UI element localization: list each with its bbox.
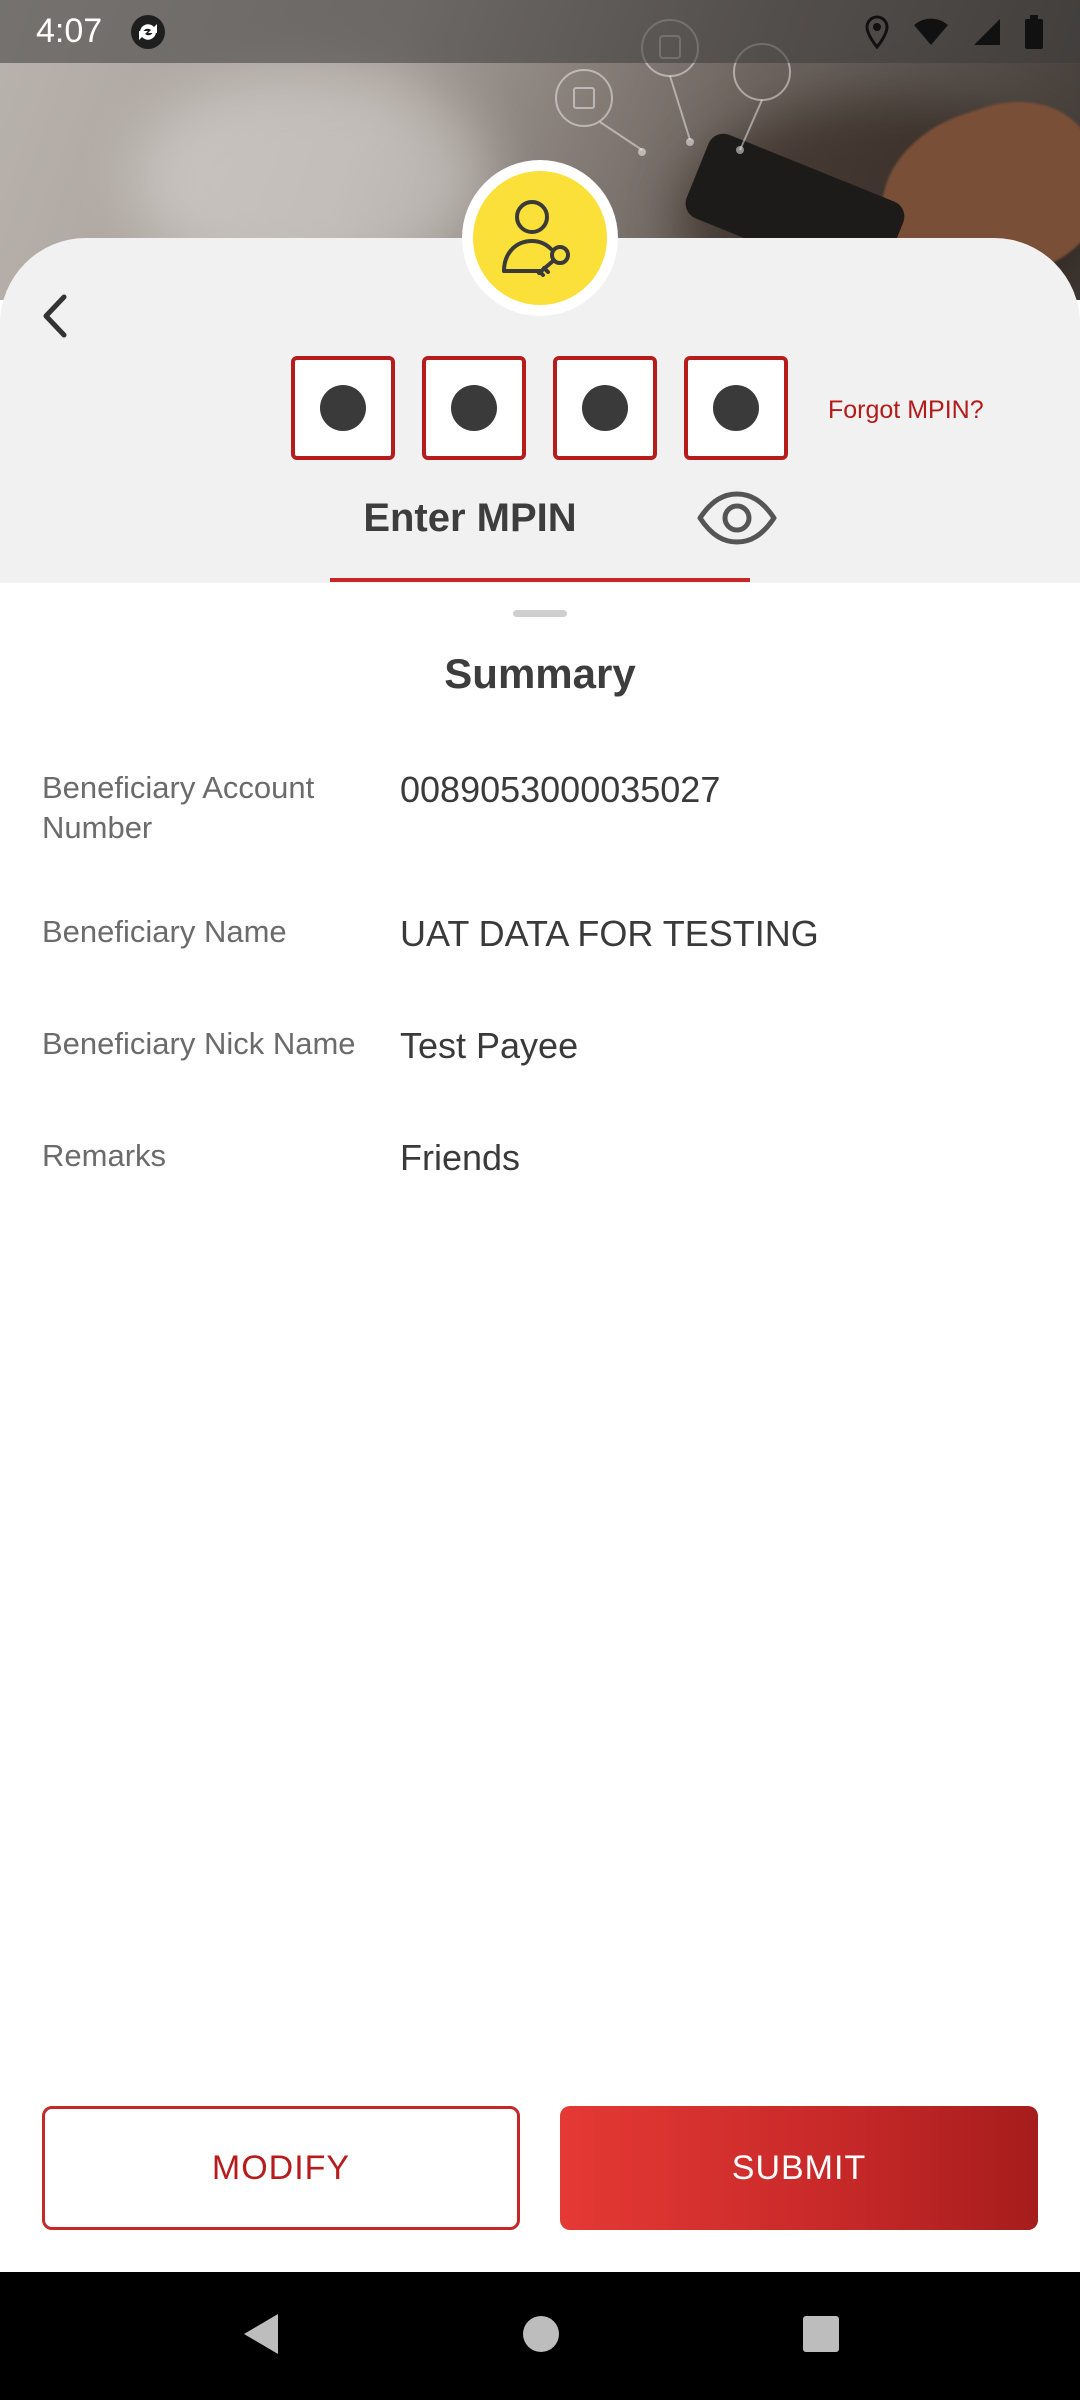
- mpin-input[interactable]: [291, 356, 788, 460]
- mpin-digit-4[interactable]: [684, 356, 788, 460]
- summary-label: Beneficiary Name: [42, 914, 287, 949]
- sheet-handle[interactable]: [513, 610, 567, 617]
- nav-recents-button[interactable]: [800, 2313, 842, 2360]
- system-navigation-bar: [0, 2272, 1080, 2400]
- mpin-digit-2[interactable]: [422, 356, 526, 460]
- summary-row-account: Beneficiary Account Number 0089053000035…: [42, 768, 1042, 848]
- nav-home-button[interactable]: [519, 2312, 563, 2361]
- show-mpin-toggle[interactable]: [696, 490, 778, 546]
- summary-value: UAT DATA FOR TESTING: [400, 913, 819, 954]
- back-arrow-icon: [43, 294, 67, 338]
- summary-label: Beneficiary Nick Name: [42, 1026, 356, 1061]
- battery-icon: [1024, 14, 1044, 49]
- eye-icon: [697, 491, 777, 545]
- sync-icon: [128, 12, 168, 52]
- status-time: 4:07: [36, 12, 103, 50]
- user-key-icon: [502, 200, 570, 277]
- summary-value: 0089053000035027: [400, 769, 721, 810]
- summary-label: Beneficiary Account Number: [42, 770, 315, 845]
- summary-value: Friends: [400, 1137, 521, 1178]
- summary-row-remarks: Remarks Friends: [42, 1136, 1042, 1180]
- mpin-underline: [330, 578, 750, 582]
- avatar: [462, 160, 618, 316]
- forgot-mpin-link[interactable]: Forgot MPIN?: [828, 396, 984, 425]
- modify-button[interactable]: MODIFY: [42, 2106, 520, 2230]
- location-icon: [864, 14, 890, 49]
- summary-value: Test Payee: [400, 1025, 579, 1066]
- enter-mpin-label: Enter MPIN: [363, 496, 577, 540]
- summary-row-name: Beneficiary Name UAT DATA FOR TESTING: [42, 912, 1042, 956]
- nav-back-button[interactable]: [238, 2310, 282, 2363]
- status-bar: 4:07: [0, 0, 1080, 63]
- signal-icon: [972, 17, 1002, 47]
- submit-button[interactable]: SUBMIT: [560, 2106, 1038, 2230]
- wifi-icon: [912, 17, 950, 47]
- summary-label: Remarks: [42, 1138, 167, 1173]
- mpin-digit-3[interactable]: [553, 356, 657, 460]
- summary-title: Summary: [444, 650, 636, 697]
- mpin-digit-1[interactable]: [291, 356, 395, 460]
- back-button[interactable]: [30, 286, 80, 346]
- summary-row-nickname: Beneficiary Nick Name Test Payee: [42, 1024, 1042, 1068]
